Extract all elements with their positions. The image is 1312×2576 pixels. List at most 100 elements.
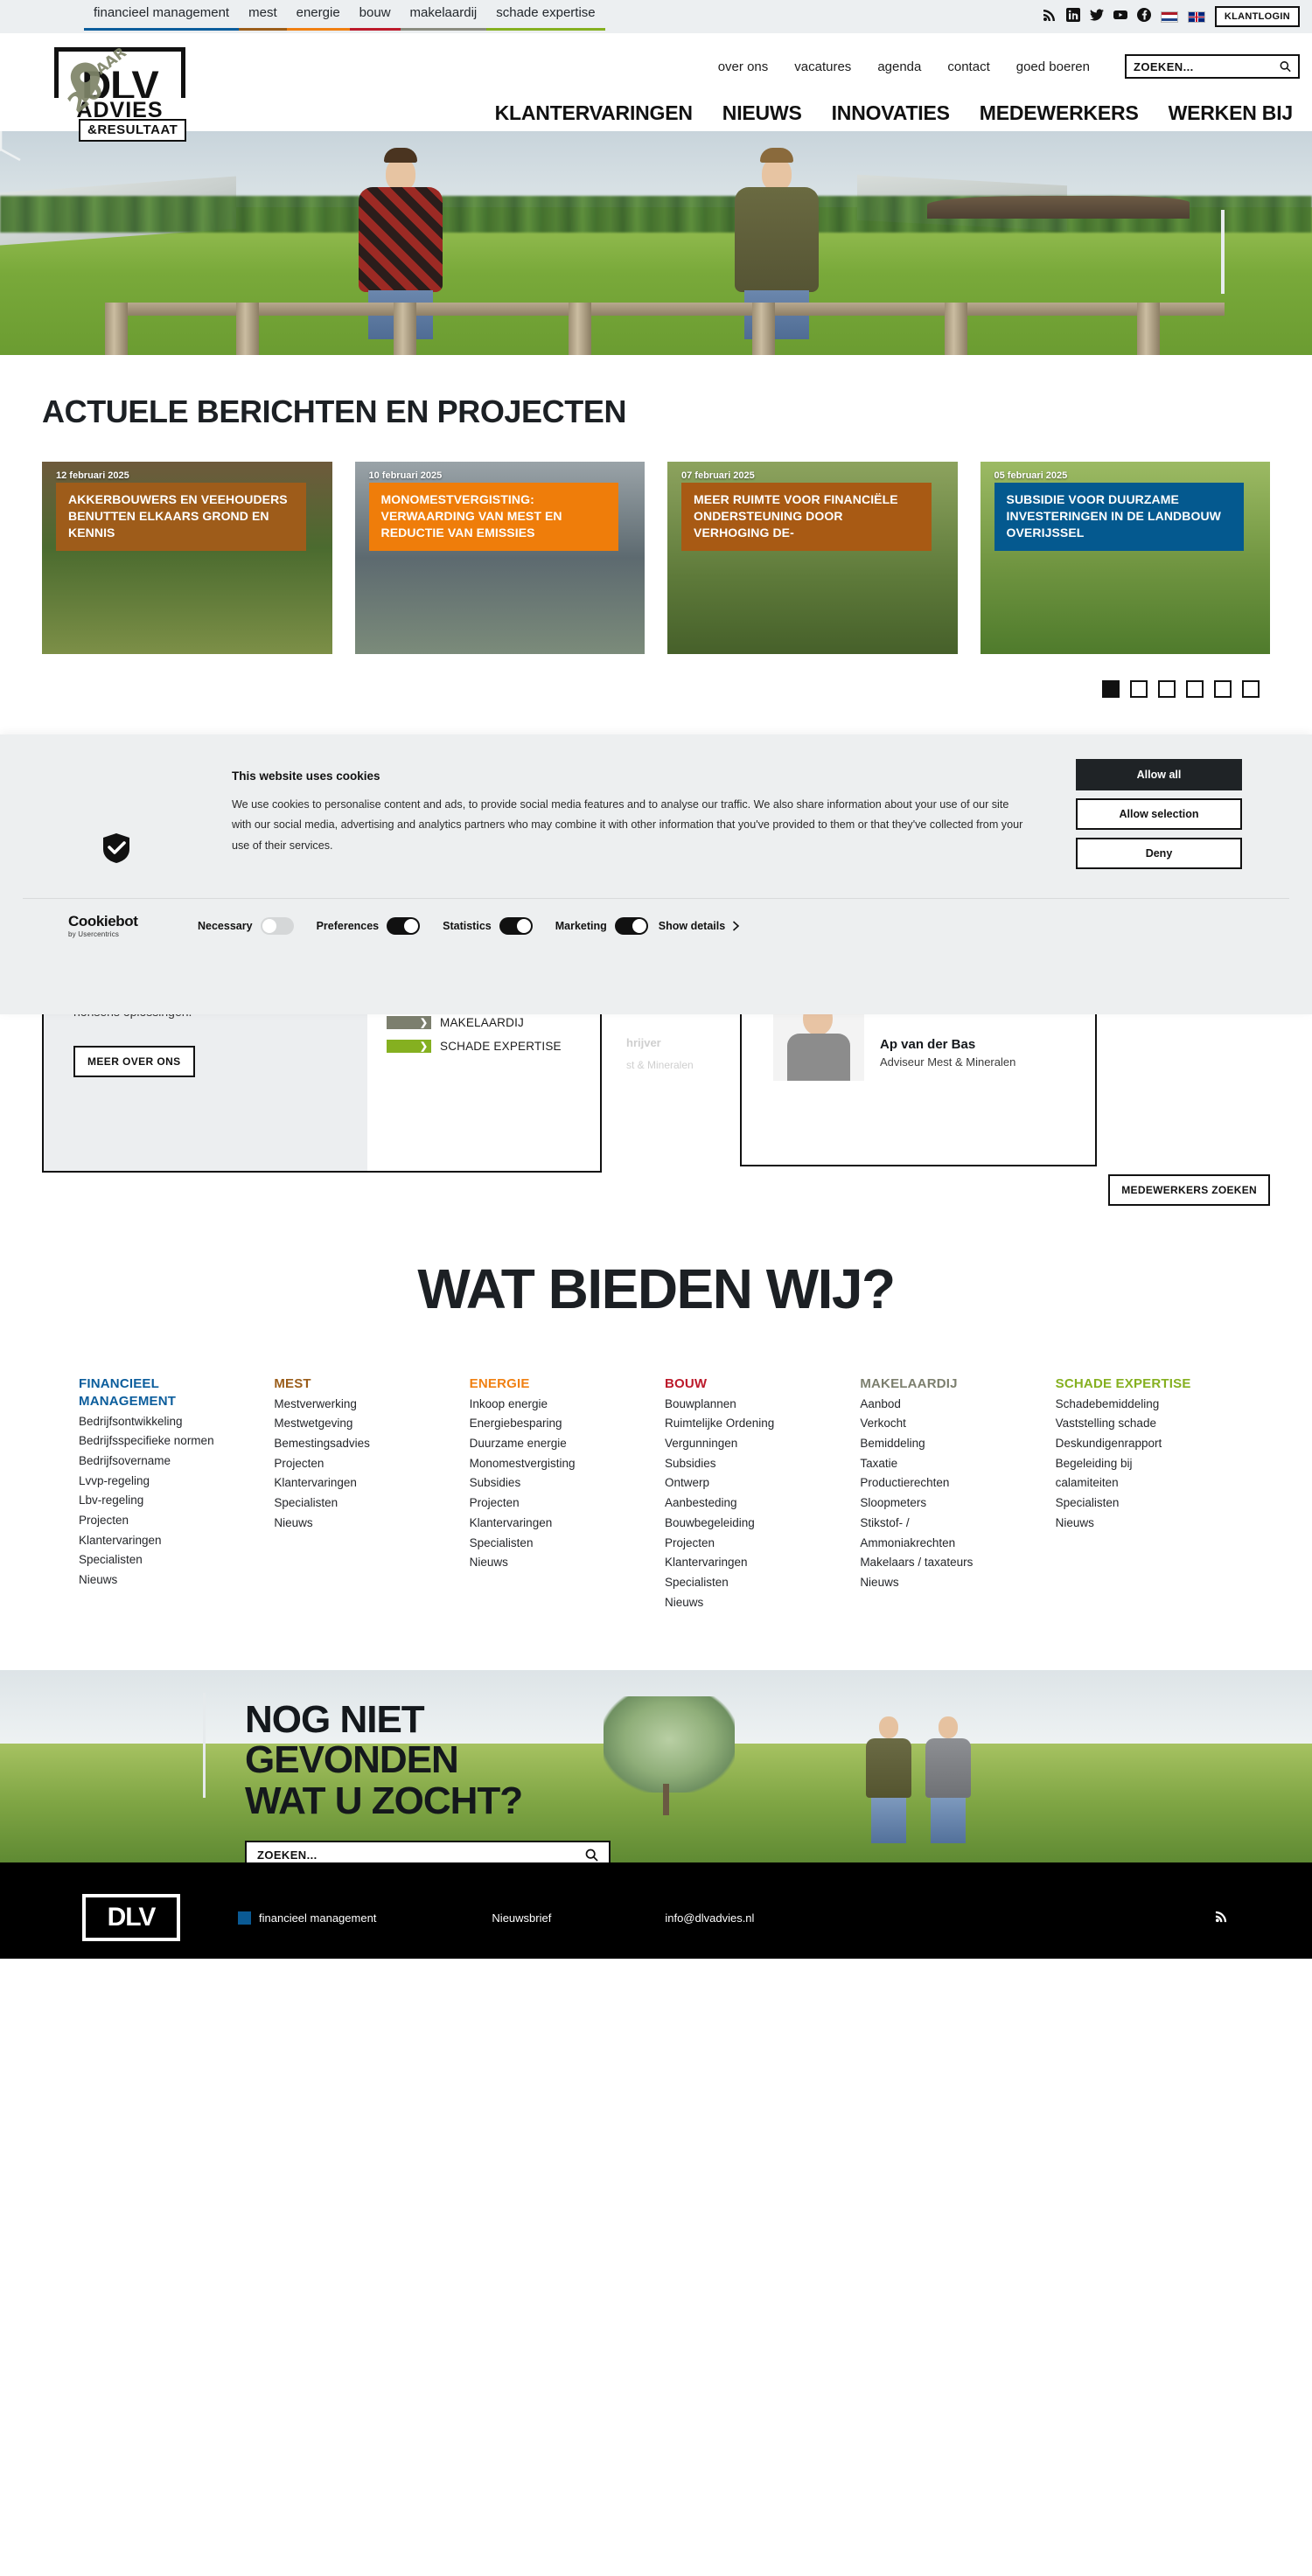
util-nav-link-2[interactable]: agenda (877, 59, 921, 74)
news-card[interactable]: 12 februari 2025 AKKERBOUWERS EN VEEHOUDE… (42, 462, 332, 654)
uk-flag[interactable] (1187, 10, 1205, 23)
carousel-dot-5[interactable] (1242, 680, 1260, 698)
deny-button[interactable]: Deny (1076, 838, 1242, 869)
allow-all-button[interactable]: Allow all (1076, 759, 1242, 790)
cookie-toggle-marketing[interactable]: Marketing (555, 916, 648, 935)
offer-link[interactable]: Klantervaringen (79, 1531, 256, 1551)
rss-icon[interactable] (1043, 8, 1057, 26)
search-icon[interactable] (585, 1848, 598, 1862)
offer-link[interactable]: Bouwbegeleiding (665, 1514, 842, 1534)
main-nav-link-4[interactable]: WERKEN BIJ (1169, 101, 1294, 125)
offer-link[interactable]: Specialisten (1056, 1493, 1233, 1514)
sector-link-5[interactable]: schade expertise (486, 5, 605, 31)
offer-column-title[interactable]: MAKELAARDIJ (860, 1375, 1037, 1393)
offer-link[interactable]: Lbv-regeling (79, 1491, 256, 1511)
linkedin-icon[interactable] (1065, 7, 1080, 26)
offer-link[interactable]: Nieuws (665, 1593, 842, 1613)
header-search-box[interactable] (1125, 54, 1300, 79)
offer-column-title[interactable]: BOUW (665, 1375, 842, 1393)
offer-link[interactable]: Nieuws (274, 1514, 451, 1534)
sector-link-1[interactable]: mest (239, 5, 287, 31)
util-nav-link-1[interactable]: vacatures (794, 59, 851, 74)
news-card[interactable]: 05 februari 2025 SUBSIDIE VOOR DUURZAME I… (980, 462, 1270, 654)
offer-link[interactable]: Stikstof- / (860, 1514, 1037, 1534)
offer-column-title[interactable]: ENERGIE (470, 1375, 647, 1393)
offer-link[interactable]: Aanbod (860, 1395, 1037, 1415)
offer-link[interactable]: Specialisten (274, 1493, 451, 1514)
offer-link[interactable]: Bemestingsadvies (274, 1434, 451, 1454)
offer-link[interactable]: Specialisten (470, 1534, 647, 1554)
sector-link-4[interactable]: makelaardij (400, 5, 487, 31)
offer-link[interactable]: Nieuws (860, 1573, 1037, 1593)
news-card[interactable]: 10 februari 2025 MONOMESTVERGISTING: VERW… (354, 462, 645, 654)
offer-link[interactable]: Begeleiding bij (1056, 1454, 1233, 1474)
show-details-button[interactable]: Show details (659, 920, 740, 932)
footer-rss-link[interactable] (1215, 1910, 1228, 1925)
offer-link[interactable]: Projecten (274, 1454, 451, 1474)
footer-logo[interactable]: DLV (82, 1894, 180, 1942)
nl-flag[interactable] (1160, 10, 1178, 23)
offer-link[interactable]: Klantervaringen (470, 1514, 647, 1534)
offer-link[interactable]: Productierechten (860, 1473, 1037, 1493)
offer-link[interactable]: Verkocht (860, 1414, 1037, 1434)
offer-link[interactable]: Bemiddeling (860, 1434, 1037, 1454)
cookie-toggle-necessary[interactable]: Necessary (198, 916, 294, 935)
cookie-toggle-preferences[interactable]: Preferences (317, 916, 421, 935)
offer-link[interactable]: Vergunningen (665, 1434, 842, 1454)
main-nav-link-3[interactable]: MEDEWERKERS (980, 101, 1139, 125)
offer-link[interactable]: Projecten (665, 1534, 842, 1554)
footer-sector-link[interactable]: financieel management (238, 1911, 376, 1925)
offer-link[interactable]: Mestverwerking (274, 1395, 451, 1415)
footer-email-link[interactable]: info@dlvadvies.nl (665, 1911, 754, 1925)
util-nav-link-4[interactable]: goed boeren (1016, 59, 1090, 74)
carousel-dot-0[interactable] (1102, 680, 1120, 698)
offer-link[interactable]: Sloopmeters (860, 1493, 1037, 1514)
offer-column-title[interactable]: SCHADE EXPERTISE (1056, 1375, 1233, 1393)
offer-link[interactable]: Bouwplannen (665, 1395, 842, 1415)
facebook-icon[interactable] (1136, 7, 1151, 26)
offer-link[interactable]: Taxatie (860, 1454, 1037, 1474)
offer-link[interactable]: Vaststelling schade (1056, 1414, 1233, 1434)
offer-link[interactable]: Ontwerp (665, 1473, 842, 1493)
offer-link[interactable]: calamiteiten (1056, 1473, 1233, 1493)
offer-link[interactable]: Subsidies (470, 1473, 647, 1493)
offer-link[interactable]: Mestwetgeving (274, 1414, 451, 1434)
toggle-switch[interactable] (260, 916, 294, 935)
header-search-input[interactable] (1134, 59, 1281, 73)
cta-search-box[interactable] (245, 1840, 611, 1863)
service-link-4[interactable]: ❯ MAKELAARDIJ (387, 1016, 600, 1029)
offer-link[interactable]: Projecten (79, 1511, 256, 1531)
carousel-dot-3[interactable] (1186, 680, 1204, 698)
main-nav-link-2[interactable]: INNOVATIES (832, 101, 950, 125)
offer-link[interactable]: Ruimtelijke Ordening (665, 1414, 842, 1434)
offer-column-title[interactable]: MEST (274, 1375, 451, 1393)
offer-link[interactable]: Nieuws (470, 1553, 647, 1573)
offer-link[interactable]: Subsidies (665, 1454, 842, 1474)
youtube-icon[interactable] (1113, 8, 1127, 26)
carousel-dot-1[interactable] (1130, 680, 1148, 698)
toggle-switch[interactable] (387, 916, 421, 935)
klantlogin-button[interactable]: KLANTLOGIN (1214, 6, 1300, 27)
util-nav-link-0[interactable]: over ons (718, 59, 769, 74)
offer-link[interactable]: Inkoop energie (470, 1395, 647, 1415)
search-icon[interactable] (1280, 60, 1291, 73)
search-employees-button[interactable]: MEDEWERKERS ZOEKEN (1108, 1174, 1270, 1206)
carousel-dot-2[interactable] (1158, 680, 1176, 698)
offer-link[interactable]: Lvvp-regeling (79, 1472, 256, 1492)
offer-link[interactable]: Energiebesparing (470, 1414, 647, 1434)
cookie-toggle-statistics[interactable]: Statistics (443, 916, 533, 935)
offer-link[interactable]: Duurzame energie (470, 1434, 647, 1454)
toggle-switch[interactable] (614, 916, 648, 935)
offer-link[interactable]: Klantervaringen (665, 1553, 842, 1573)
offer-link[interactable]: Klantervaringen (274, 1473, 451, 1493)
news-card[interactable]: 07 februari 2025 MEER RUIMTE VOOR FINANCI… (667, 462, 958, 654)
toggle-switch[interactable] (499, 916, 533, 935)
cookiebot-brand[interactable]: Cookiebot by Usercentrics (23, 913, 198, 938)
more-about-us-button[interactable]: MEER OVER ONS (73, 1046, 195, 1078)
carousel-dot-4[interactable] (1214, 680, 1232, 698)
offer-link[interactable]: Bedrijfsovername (79, 1452, 256, 1472)
offer-link[interactable]: Specialisten (79, 1550, 256, 1570)
footer-newsletter-link[interactable]: Nieuwsbrief (492, 1911, 551, 1925)
offer-link[interactable]: Nieuws (1056, 1514, 1233, 1534)
offer-link[interactable]: Nieuws (79, 1570, 256, 1591)
